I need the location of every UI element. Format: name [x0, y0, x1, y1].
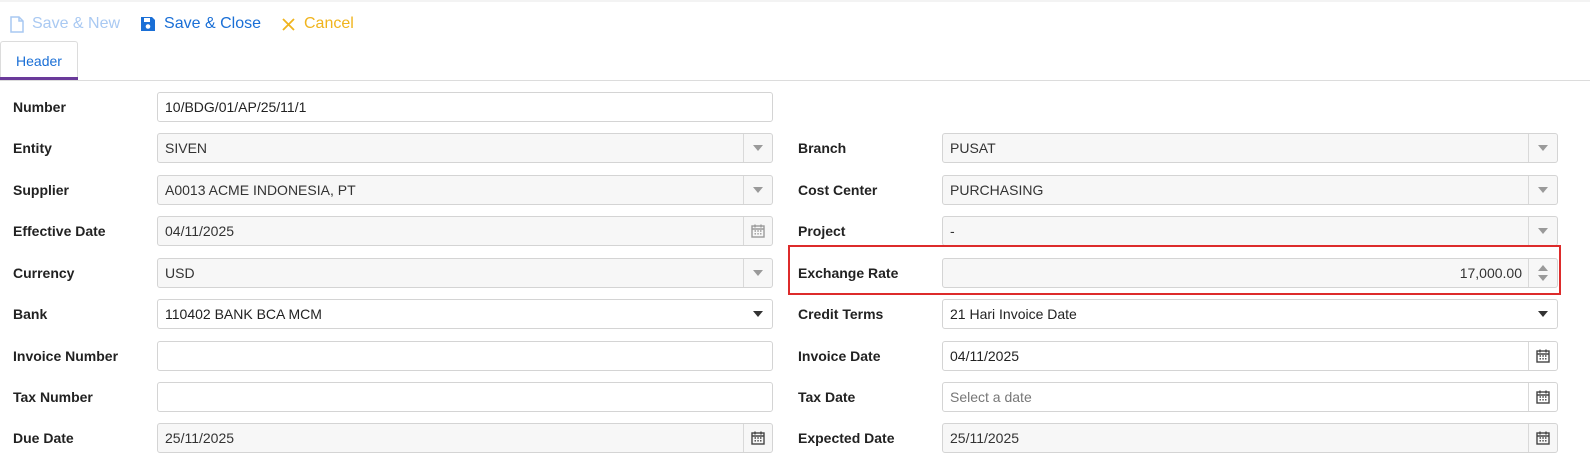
- cancel-label: Cancel: [303, 15, 354, 32]
- due-date-value: 25/11/2025: [165, 430, 235, 446]
- currency-label: Currency: [13, 265, 75, 281]
- active-tab-indicator: [0, 77, 78, 80]
- expected-date-calendar-button[interactable]: [1528, 424, 1557, 452]
- branch-dropdown-toggle[interactable]: [1528, 134, 1557, 162]
- save-and-close-label: Save & Close: [164, 15, 261, 32]
- effective-date-calendar-button[interactable]: [743, 217, 772, 245]
- caret-down-icon: [1538, 187, 1548, 193]
- calendar-icon: [751, 431, 765, 445]
- supplier-dropdown-toggle[interactable]: [743, 176, 772, 204]
- project-dropdown-toggle[interactable]: [1528, 217, 1557, 245]
- branch-value: PUSAT: [950, 140, 996, 156]
- invoice-date-label: Invoice Date: [798, 348, 881, 364]
- calendar-icon: [1536, 390, 1550, 404]
- close-icon: [282, 17, 295, 31]
- entity-select[interactable]: SIVEN: [157, 133, 773, 163]
- currency-value: USD: [165, 265, 195, 281]
- caret-down-icon: [753, 145, 763, 151]
- caret-down-icon: [1538, 311, 1548, 317]
- caret-down-icon: [1538, 145, 1548, 151]
- save-and-new-label: Save & New: [32, 15, 121, 32]
- bank-label: Bank: [13, 306, 48, 322]
- invoice-date-picker[interactable]: 04/11/2025: [942, 341, 1558, 371]
- tax-date-picker[interactable]: Select a date: [942, 382, 1558, 412]
- expected-date-label: Expected Date: [798, 430, 895, 446]
- bank-select[interactable]: 110402 BANK BCA MCM: [157, 299, 773, 329]
- cancel-button[interactable]: Cancel: [281, 15, 354, 33]
- caret-down-icon: [1538, 228, 1548, 234]
- expected-date-value: 25/11/2025: [950, 430, 1020, 446]
- invoice-number-label: Invoice Number: [13, 348, 119, 364]
- cost-center-value: PURCHASING: [950, 182, 1044, 198]
- expected-date-picker[interactable]: 25/11/2025: [942, 423, 1558, 453]
- due-date-calendar-button[interactable]: [743, 424, 772, 452]
- project-label: Project: [798, 223, 846, 239]
- effective-date-picker[interactable]: 04/11/2025: [157, 216, 773, 246]
- floppy-disk-icon: [141, 17, 156, 31]
- branch-label: Branch: [798, 140, 847, 156]
- invoice-number-input[interactable]: [157, 341, 773, 371]
- cost-center-select[interactable]: PURCHASING: [942, 175, 1558, 205]
- project-value: -: [950, 223, 955, 239]
- invoice-date-value: 04/11/2025: [950, 348, 1020, 364]
- credit-terms-dropdown-toggle[interactable]: [1529, 300, 1557, 328]
- number-label: Number: [13, 99, 66, 115]
- bank-dropdown-toggle[interactable]: [744, 300, 772, 328]
- credit-terms-select[interactable]: 21 Hari Invoice Date: [942, 299, 1558, 329]
- project-select[interactable]: -: [942, 216, 1558, 246]
- tax-date-calendar-button[interactable]: [1528, 383, 1557, 411]
- effective-date-label: Effective Date: [13, 223, 106, 239]
- number-value: 10/BDG/01/AP/25/11/1: [165, 99, 307, 115]
- calendar-icon: [1536, 431, 1550, 445]
- tab-header-label: Header: [16, 52, 62, 69]
- number-field[interactable]: 10/BDG/01/AP/25/11/1: [157, 92, 773, 122]
- currency-dropdown-toggle[interactable]: [743, 259, 772, 287]
- caret-down-icon: [753, 311, 763, 317]
- credit-terms-label: Credit Terms: [798, 306, 884, 322]
- branch-select[interactable]: PUSAT: [942, 133, 1558, 163]
- bank-value: 110402 BANK BCA MCM: [165, 306, 322, 322]
- credit-terms-value: 21 Hari Invoice Date: [950, 306, 1077, 322]
- save-and-close-button[interactable]: Save & Close: [140, 15, 261, 33]
- tax-date-placeholder: Select a date: [950, 389, 1032, 405]
- toolbar: Save & New Save & Close Cancel: [10, 12, 374, 36]
- document-icon: [10, 15, 24, 33]
- entity-dropdown-toggle[interactable]: [743, 134, 772, 162]
- supplier-select[interactable]: A0013 ACME INDONESIA, PT: [157, 175, 773, 205]
- invoice-date-calendar-button[interactable]: [1528, 342, 1557, 370]
- calendar-icon: [1536, 349, 1550, 363]
- tax-number-input[interactable]: [157, 382, 773, 412]
- supplier-value: A0013 ACME INDONESIA, PT: [165, 182, 356, 198]
- tab-bar: Header: [0, 41, 1590, 81]
- effective-date-value: 04/11/2025: [165, 223, 235, 239]
- due-date-picker[interactable]: 25/11/2025: [157, 423, 773, 453]
- cost-center-label: Cost Center: [798, 182, 878, 198]
- due-date-label: Due Date: [13, 430, 74, 446]
- entity-label: Entity: [13, 140, 52, 156]
- tax-date-label: Tax Date: [798, 389, 856, 405]
- currency-select[interactable]: USD: [157, 258, 773, 288]
- exchange-rate-highlight-box: [788, 245, 1561, 295]
- caret-down-icon: [753, 187, 763, 193]
- entity-value: SIVEN: [165, 140, 208, 156]
- calendar-icon: [751, 224, 765, 238]
- top-divider: [0, 0, 1590, 2]
- caret-down-icon: [753, 270, 763, 276]
- supplier-label: Supplier: [13, 182, 70, 198]
- save-and-new-button[interactable]: Save & New: [10, 15, 120, 33]
- tax-number-label: Tax Number: [13, 389, 93, 405]
- tab-header[interactable]: Header: [0, 41, 78, 79]
- cost-center-dropdown-toggle[interactable]: [1528, 176, 1557, 204]
